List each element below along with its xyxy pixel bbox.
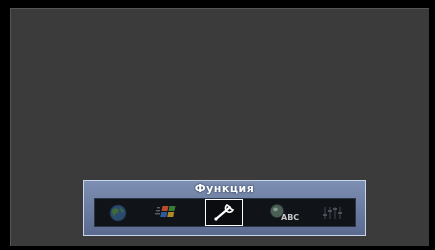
- function-icon-strip: ABC: [94, 198, 356, 227]
- function-menu-bar: Функция ABC: [83, 180, 366, 236]
- menu-item-settings[interactable]: [205, 199, 243, 226]
- menu-item-windows[interactable]: [147, 199, 185, 226]
- globe-icon: [109, 204, 127, 222]
- abc-label: ABC: [281, 213, 299, 222]
- menu-title: Функция: [194, 182, 255, 195]
- windows-flag-icon: [155, 206, 176, 217]
- globe-abc-icon: ABC: [270, 204, 299, 222]
- menu-item-globe[interactable]: [99, 199, 137, 226]
- menu-item-language[interactable]: ABC: [263, 199, 301, 226]
- menu-item-equalizer[interactable]: [313, 199, 351, 226]
- equalizer-icon: [323, 207, 342, 219]
- wrench-icon: [214, 204, 235, 221]
